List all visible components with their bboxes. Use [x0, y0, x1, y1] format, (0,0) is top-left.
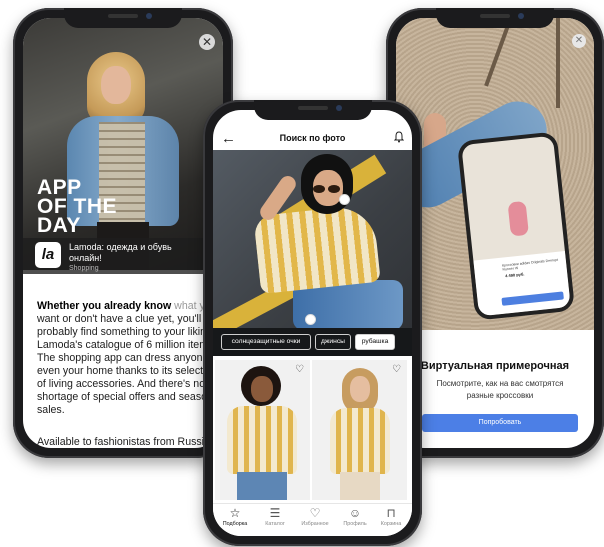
tab-podborka[interactable]: ☆ Подборка	[215, 506, 255, 527]
model-face	[101, 66, 131, 104]
center-phone: ← Поиск по фото солнцезащитные очки джин…	[203, 100, 422, 546]
tab-label: Профиль	[343, 521, 367, 527]
ar-preview-screen: Кроссовки adidas Originals Deerupt Runne…	[461, 135, 571, 317]
product-shirt-image	[227, 406, 297, 474]
left-phone: ✕ APP OF THE DAY la Lamoda: одежда и обу…	[13, 8, 233, 458]
product-shirt-image	[330, 408, 390, 474]
ar-product-panel: Кроссовки adidas Originals Deerupt Runne…	[473, 251, 571, 317]
bottom-tab-bar: ☆ Подборка ☰ Каталог ♡ Избранное ☺ Профи…	[213, 503, 412, 536]
article-text-continued: Available to fashionistas from Russia,	[37, 436, 213, 448]
tab-cart[interactable]: ⊓ Корзина	[371, 506, 411, 527]
article-lead: Whether you already know	[37, 300, 172, 312]
badge-line-3: DAY	[37, 214, 81, 237]
page-title: Поиск по фото	[279, 133, 346, 143]
chip-shirt[interactable]: рубашка	[355, 334, 395, 350]
catalog-search-icon: ☰	[269, 506, 281, 520]
ar-add-to-cart-button[interactable]	[501, 291, 564, 306]
heart-icon: ♡	[309, 506, 321, 520]
bell-icon[interactable]	[394, 131, 404, 143]
tab-catalog[interactable]: ☰ Каталог	[255, 506, 295, 527]
tab-label: Корзина	[380, 521, 402, 527]
bag-icon: ⊓	[386, 506, 396, 520]
chip-sunglasses[interactable]: солнцезащитные очки	[221, 334, 311, 350]
chip-jeans[interactable]: джинсы	[315, 334, 351, 350]
smiley-icon: ☺	[348, 506, 362, 520]
heart-icon[interactable]: ♡	[295, 364, 304, 375]
virtual-fitting-subtitle: Посмотрите, как на вас смотрятся разные …	[436, 379, 564, 400]
detected-items-chips: солнцезащитные очки джинсы рубашка	[213, 328, 412, 356]
model-face	[350, 376, 370, 402]
model-face	[251, 376, 273, 402]
virtual-fitting-photo: Кроссовки adidas Originals Deerupt Runne…	[396, 18, 594, 330]
detected-item-dot-sunglasses[interactable]	[339, 194, 350, 205]
star-icon: ☆	[229, 506, 241, 520]
product-card[interactable]: ♡	[312, 360, 407, 500]
product-jeans-image	[237, 472, 287, 500]
product-skirt-image	[340, 472, 380, 500]
close-icon[interactable]: ✕	[199, 34, 215, 50]
notch	[253, 100, 372, 120]
lamoda-logo-icon: la	[35, 242, 61, 268]
tab-profile[interactable]: ☺ Профиль	[335, 506, 375, 527]
tab-label: Подборка	[222, 521, 248, 527]
tab-label: Избранное	[301, 521, 329, 527]
tab-favorites[interactable]: ♡ Избранное	[295, 506, 335, 527]
sneaker-preview	[507, 200, 529, 237]
virtual-fitting-title: Виртуальная примерочная	[420, 360, 570, 372]
article-body: want or don't have a clue yet, you'll pr…	[37, 313, 223, 416]
app-category: Shopping	[69, 265, 99, 272]
article-text: Whether you already know what you want o…	[37, 300, 223, 417]
search-photo	[213, 150, 412, 328]
app-name: Lamoda: одежда и обувь онлайн!	[69, 242, 172, 263]
notch	[436, 8, 554, 28]
ar-product-price: 4 490 руб.	[504, 271, 525, 279]
chair-leg	[484, 19, 512, 87]
app-of-the-day-badge: APP OF THE DAY	[37, 177, 117, 237]
left-phone-screen: ✕ APP OF THE DAY la Lamoda: одежда и обу…	[23, 18, 223, 448]
product-card[interactable]: ♡	[215, 360, 310, 500]
tab-label: Каталог	[265, 521, 285, 527]
heart-icon[interactable]: ♡	[392, 364, 401, 375]
app-row[interactable]: la Lamoda: одежда и обувь онлайн! Shoppi…	[23, 238, 223, 274]
ar-preview-phone: Кроссовки adidas Originals Deerupt Runne…	[456, 131, 576, 321]
sunglasses-area	[313, 180, 343, 193]
center-phone-screen: ← Поиск по фото солнцезащитные очки джин…	[213, 110, 412, 536]
try-button[interactable]: Попробовать	[422, 414, 578, 432]
notch	[64, 8, 182, 28]
right-phone-screen: Кроссовки adidas Originals Deerupt Runne…	[396, 18, 594, 448]
detected-item-dot-shirt[interactable]	[305, 314, 316, 325]
close-icon[interactable]: ✕	[572, 34, 586, 48]
ar-product-name: Кроссовки adidas Originals Deerupt Runne…	[501, 257, 559, 272]
product-grid: ♡ ♡	[213, 356, 412, 506]
chair-leg	[556, 18, 560, 108]
